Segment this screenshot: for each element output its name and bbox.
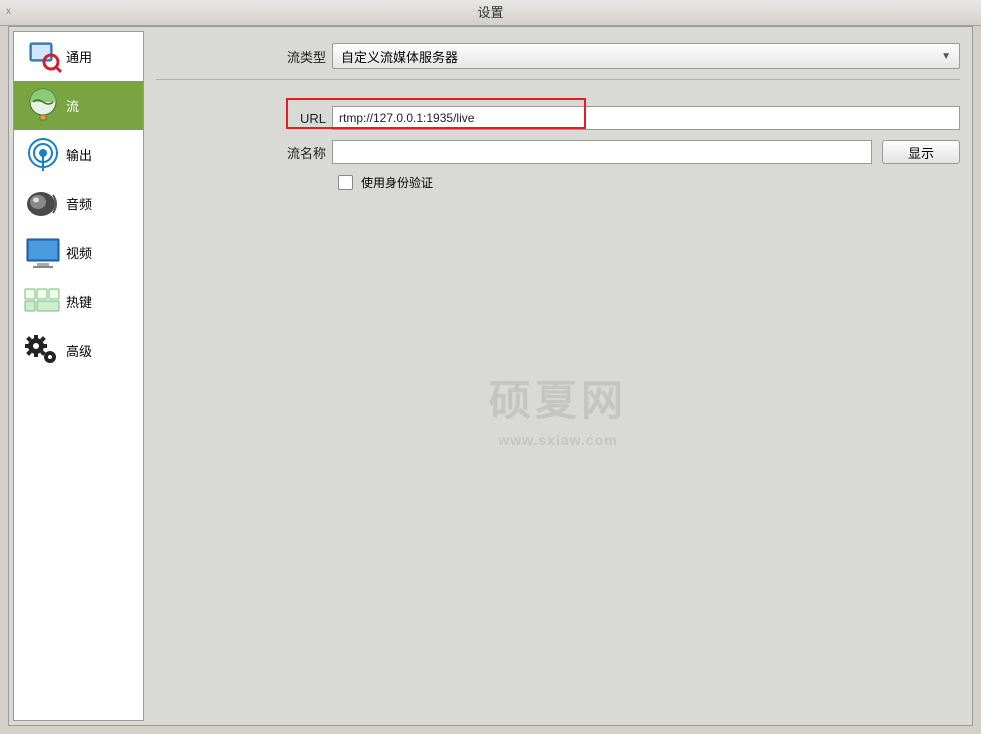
audio-icon	[20, 184, 66, 224]
sidebar-item-label: 热键	[66, 292, 92, 311]
row-auth: 使用身份验证	[338, 174, 960, 191]
divider	[156, 79, 960, 80]
chevron-down-icon: ▼	[941, 51, 951, 62]
watermark: 硕夏网 www.sxiaw.com	[489, 367, 627, 448]
watermark-sub: www.sxiaw.com	[489, 432, 627, 448]
stream-icon	[20, 86, 66, 126]
general-icon	[20, 37, 66, 77]
watermark-main: 硕夏网	[489, 367, 627, 428]
input-url[interactable]	[332, 106, 960, 130]
window-title: 设置	[0, 0, 981, 26]
settings-window: x 设置 通用	[0, 0, 981, 734]
output-icon	[20, 135, 66, 175]
show-button[interactable]: 显示	[882, 140, 960, 164]
row-url: URL	[156, 106, 960, 130]
titlebar: x 设置	[0, 0, 981, 26]
content-pane: 流类型 自定义流媒体服务器 ▼ URL 流名称 显示 使用身份验证	[144, 27, 972, 725]
close-button[interactable]: x	[6, 6, 11, 17]
sidebar-item-advanced[interactable]: 高级	[14, 326, 143, 375]
hotkeys-icon	[20, 282, 66, 322]
sidebar-item-hotkeys[interactable]: 热键	[14, 277, 143, 326]
sidebar-item-video[interactable]: 视频	[14, 228, 143, 277]
label-stream-type: 流类型	[156, 47, 332, 66]
row-stream-type: 流类型 自定义流媒体服务器 ▼	[156, 43, 960, 69]
select-stream-type[interactable]: 自定义流媒体服务器 ▼	[332, 43, 960, 69]
label-stream-key: 流名称	[156, 143, 332, 162]
sidebar-item-general[interactable]: 通用	[14, 32, 143, 81]
row-stream-key: 流名称 显示	[156, 140, 960, 164]
sidebar-item-output[interactable]: 输出	[14, 130, 143, 179]
window-body: 通用 流	[8, 26, 973, 726]
sidebar-item-label: 音频	[66, 194, 92, 213]
sidebar-item-label: 流	[66, 96, 79, 115]
sidebar-item-label: 通用	[66, 47, 92, 66]
sidebar-item-audio[interactable]: 音频	[14, 179, 143, 228]
sidebar-item-label: 输出	[66, 145, 92, 164]
label-auth: 使用身份验证	[361, 174, 433, 191]
input-stream-key[interactable]	[332, 140, 872, 164]
advanced-icon	[20, 331, 66, 371]
sidebar: 通用 流	[13, 31, 144, 721]
sidebar-item-label: 视频	[66, 243, 92, 262]
checkbox-auth[interactable]	[338, 175, 353, 190]
sidebar-item-label: 高级	[66, 341, 92, 360]
label-url: URL	[156, 111, 332, 126]
video-icon	[20, 233, 66, 273]
sidebar-item-stream[interactable]: 流	[14, 81, 143, 130]
select-stream-type-value: 自定义流媒体服务器	[341, 47, 458, 66]
